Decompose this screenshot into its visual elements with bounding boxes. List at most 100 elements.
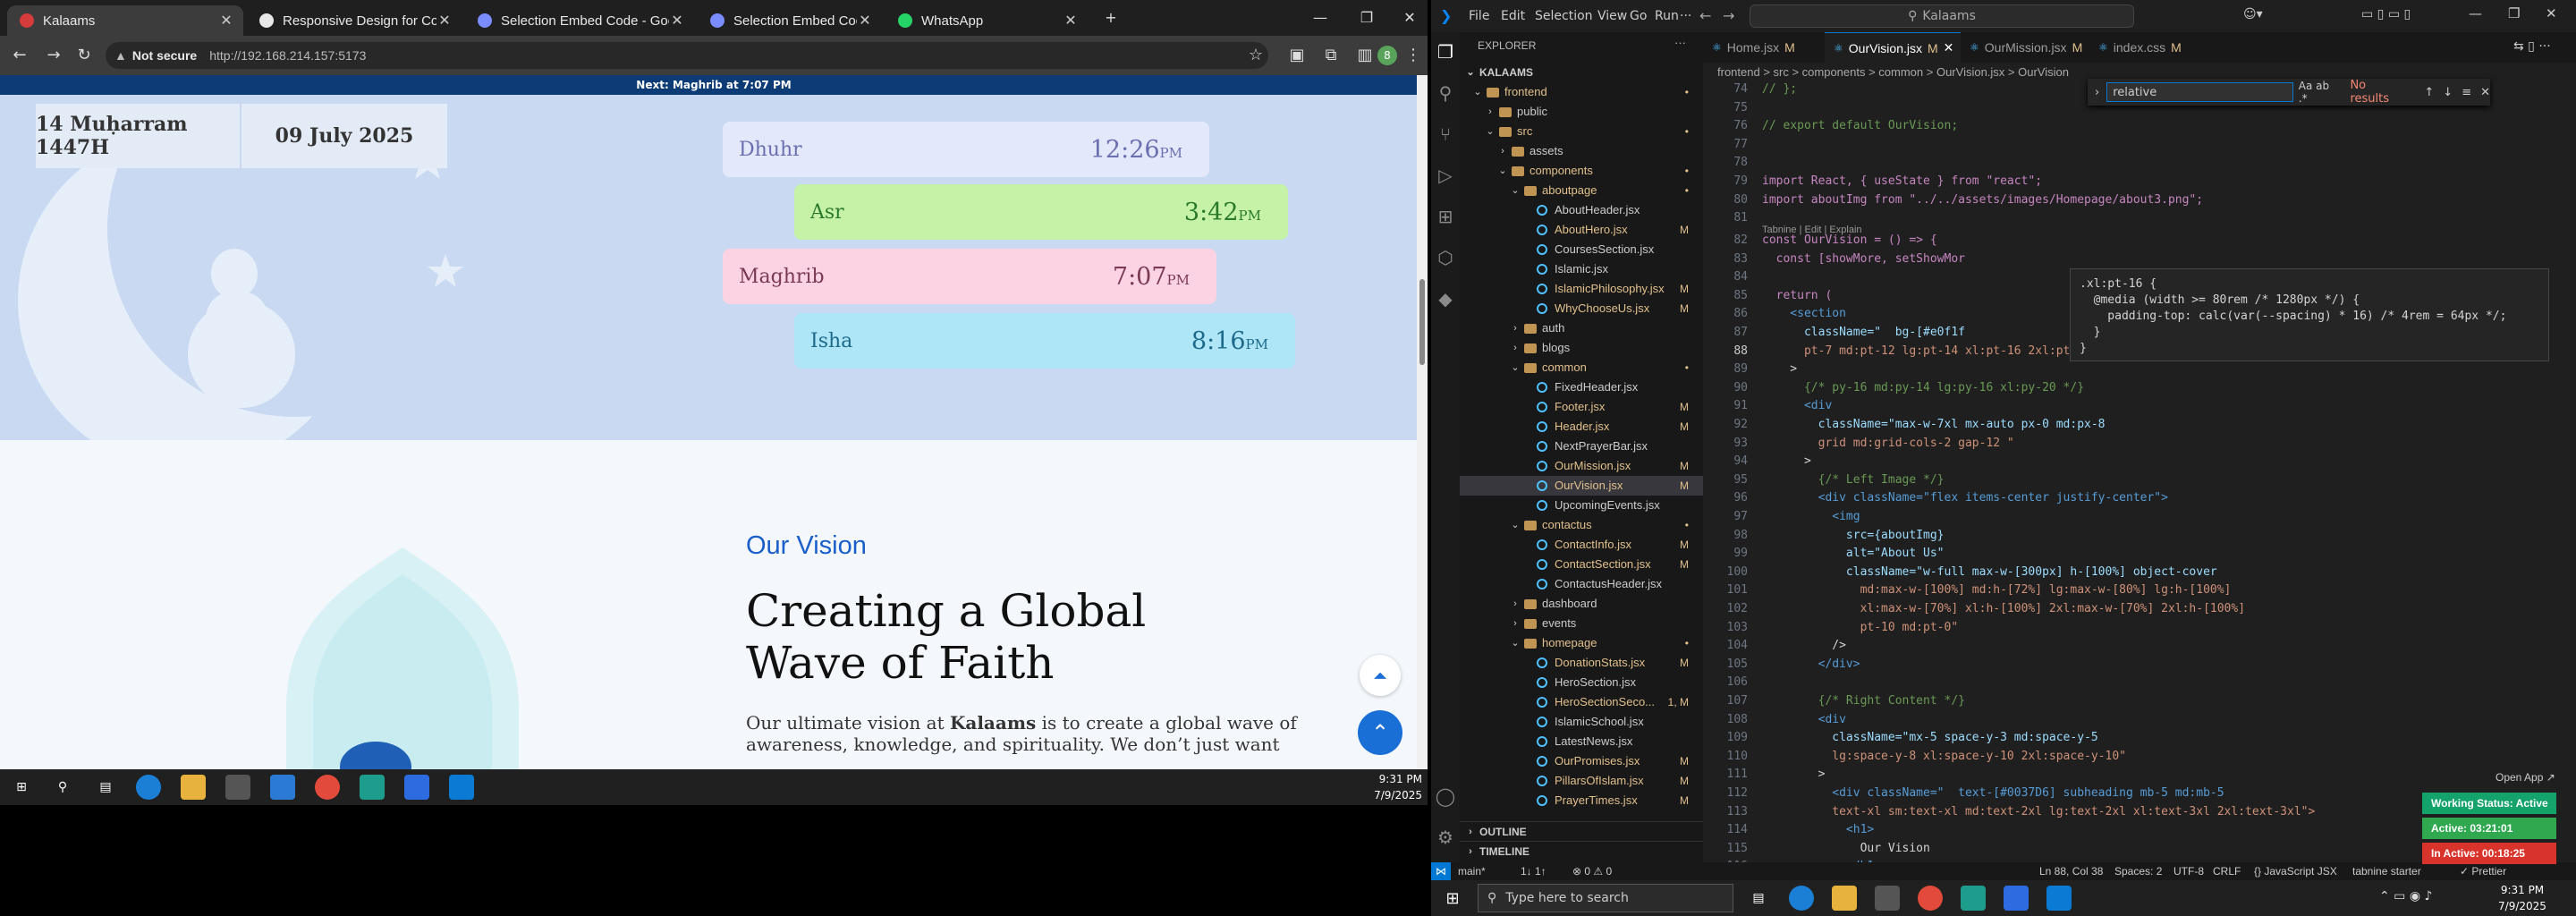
folder-item[interactable]: › events: [1460, 614, 1703, 633]
browser-tab[interactable]: Selection Embed Code - Googl✕: [465, 5, 694, 36]
new-tab-button[interactable]: +: [1093, 5, 1129, 30]
vscode-close[interactable]: ✕: [2546, 5, 2557, 21]
zoom-icon[interactable]: [404, 775, 429, 800]
folder-item[interactable]: › assets: [1460, 141, 1703, 161]
eol[interactable]: CRLF: [2213, 862, 2241, 880]
forward-icon[interactable]: →: [41, 43, 66, 68]
find-next-icon[interactable]: ↓: [2443, 86, 2453, 99]
chrome-icon[interactable]: [315, 775, 340, 800]
source-control-icon[interactable]: ⑂: [1431, 118, 1460, 150]
store-icon[interactable]: [1875, 886, 1900, 911]
edge-icon[interactable]: [1789, 886, 1814, 911]
folder-item[interactable]: › blogs: [1460, 338, 1703, 358]
workspace-root[interactable]: ⌄ KALAAMS: [1460, 63, 1703, 82]
vscode-minimize[interactable]: —: [2469, 5, 2482, 21]
extension-icon[interactable]: ▣: [1284, 43, 1309, 68]
explorer-more-icon[interactable]: ···: [1674, 36, 1686, 49]
editor-tab[interactable]: ⚛ index.css M: [2089, 32, 2197, 63]
command-center[interactable]: ⚲ Kalaams: [1750, 4, 2134, 28]
file-item[interactable]: ContactInfo.jsx M: [1460, 535, 1703, 555]
code-view[interactable]: // }; 74 75 // export default OurVision; 76 7…: [1703, 82, 2576, 880]
open-app-link[interactable]: Open App ↗: [2496, 771, 2555, 784]
tabnine-status[interactable]: tabnine starter: [2352, 862, 2421, 880]
file-item[interactable]: FixedHeader.jsx: [1460, 377, 1703, 397]
file-item[interactable]: Footer.jsx M: [1460, 397, 1703, 417]
indentation[interactable]: Spaces: 2: [2114, 862, 2162, 880]
timeline-section[interactable]: › TIMELINE: [1460, 841, 1703, 861]
tabnine-icon[interactable]: ◆: [1431, 283, 1460, 315]
folder-item[interactable]: ⌄ contactus •: [1460, 515, 1703, 535]
file-item[interactable]: Header.jsx M: [1460, 417, 1703, 437]
git-branch[interactable]: main*: [1458, 862, 1486, 880]
file-explorer-icon[interactable]: [181, 775, 206, 800]
file-item[interactable]: OurPromises.jsx M: [1460, 751, 1703, 771]
find-input[interactable]: relative: [2106, 82, 2293, 102]
cursor-position[interactable]: Ln 88, Col 38: [2039, 862, 2103, 880]
search-icon[interactable]: ⚲: [1431, 77, 1460, 109]
account-icon[interactable]: ◯: [1431, 780, 1460, 812]
browser-tab[interactable]: Kalaams ✕: [7, 5, 243, 36]
file-item[interactable]: ContactSection.jsx M: [1460, 555, 1703, 574]
editor-tab[interactable]: ⚛ OurMission.jsx M: [1961, 32, 2089, 63]
browser-tab[interactable]: Selection Embed Code - Googl✕: [698, 5, 882, 36]
menu-kebab-icon[interactable]: ⋮: [1401, 43, 1426, 68]
tab-close-icon[interactable]: ✕: [436, 12, 453, 30]
folder-item[interactable]: › public: [1460, 102, 1703, 122]
sidepanel-icon[interactable]: ▥: [1352, 43, 1377, 68]
tab-close-icon[interactable]: ✕: [1063, 12, 1079, 30]
browser-tab[interactable]: Responsive Design for Contact✕: [247, 5, 462, 36]
page-scrollbar-thumb[interactable]: [1419, 279, 1425, 365]
tray-icons[interactable]: ⌃ ▭ ◉ ♪: [2379, 889, 2432, 903]
folder-item[interactable]: › auth: [1460, 318, 1703, 338]
taskview-icon[interactable]: ▤: [1746, 886, 1771, 911]
file-item[interactable]: NextPrayerBar.jsx: [1460, 437, 1703, 456]
taskview-icon[interactable]: ▤: [93, 775, 118, 800]
taskbar-search[interactable]: ⚲ Type here to search: [1478, 884, 1733, 912]
chrome-icon[interactable]: [1918, 886, 1943, 911]
find-close-icon[interactable]: ✕: [2480, 86, 2490, 99]
vscode-icon[interactable]: [2046, 886, 2072, 911]
store-icon[interactable]: [225, 775, 250, 800]
mail-icon[interactable]: [270, 775, 295, 800]
explorer-icon[interactable]: ❐: [1431, 36, 1460, 68]
find-options-icon[interactable]: Aa ab .*: [2299, 80, 2342, 105]
find-selection-icon[interactable]: ≡: [2462, 86, 2471, 99]
file-item[interactable]: ContactusHeader.jsx: [1460, 574, 1703, 594]
start-icon[interactable]: ⊞: [9, 775, 34, 800]
file-item[interactable]: AboutHeader.jsx: [1460, 200, 1703, 220]
taskbar-clock[interactable]: 9:31 PM 7/9/2025: [2487, 882, 2558, 914]
folder-item[interactable]: › dashboard: [1460, 594, 1703, 614]
layout-icons[interactable]: ▭ ▯ ▭ ▯: [2361, 7, 2411, 21]
manage-gear-icon[interactable]: ⚙: [1431, 821, 1460, 853]
page-scrollbar[interactable]: [1417, 75, 1428, 769]
nav-forward-icon[interactable]: →: [1723, 7, 1734, 24]
folder-item[interactable]: ⌄ common •: [1460, 358, 1703, 377]
folder-item[interactable]: ⌄ homepage •: [1460, 633, 1703, 653]
search-icon[interactable]: ⚲: [50, 775, 75, 800]
file-item[interactable]: PrayerTimes.jsx M: [1460, 791, 1703, 810]
tab-close-icon[interactable]: ✕: [218, 12, 234, 30]
editor-tab[interactable]: ⚛ Home.jsx M: [1703, 32, 1825, 63]
address-bar[interactable]: ▲ Not secure http://192.168.214.157:5173: [106, 42, 1268, 69]
code-lens[interactable]: Tabnine | Edit | Explain: [1762, 225, 1862, 235]
git-sync[interactable]: 1↓ 1↑: [1521, 862, 1546, 880]
file-item[interactable]: Islamic.jsx: [1460, 259, 1703, 279]
file-item[interactable]: LatestNews.jsx: [1460, 732, 1703, 751]
menu-selection[interactable]: Selection: [1535, 9, 1593, 23]
nav-back-icon[interactable]: ←: [1699, 7, 1711, 24]
remote-indicator-icon[interactable]: ⋈: [1431, 862, 1451, 880]
file-item[interactable]: PillarsOfIslam.jsx M: [1460, 771, 1703, 791]
back-icon[interactable]: ←: [7, 43, 32, 68]
close-window-button[interactable]: ✕: [1392, 5, 1428, 30]
vscode-maximize[interactable]: ❐: [2508, 5, 2520, 21]
menu-file[interactable]: File: [1469, 9, 1489, 23]
file-item[interactable]: IslamicSchool.jsx: [1460, 712, 1703, 732]
file-explorer-icon[interactable]: [1832, 886, 1857, 911]
tab-close-icon[interactable]: ✕: [857, 12, 873, 30]
profile-avatar[interactable]: 8: [1377, 46, 1397, 65]
extensions-icon[interactable]: ⊞: [1431, 200, 1460, 233]
menu-run[interactable]: Run: [1655, 9, 1679, 23]
app-icon[interactable]: [360, 775, 385, 800]
file-item[interactable]: CoursesSection.jsx: [1460, 240, 1703, 259]
prettier-status[interactable]: ✓ Prettier: [2460, 862, 2506, 880]
